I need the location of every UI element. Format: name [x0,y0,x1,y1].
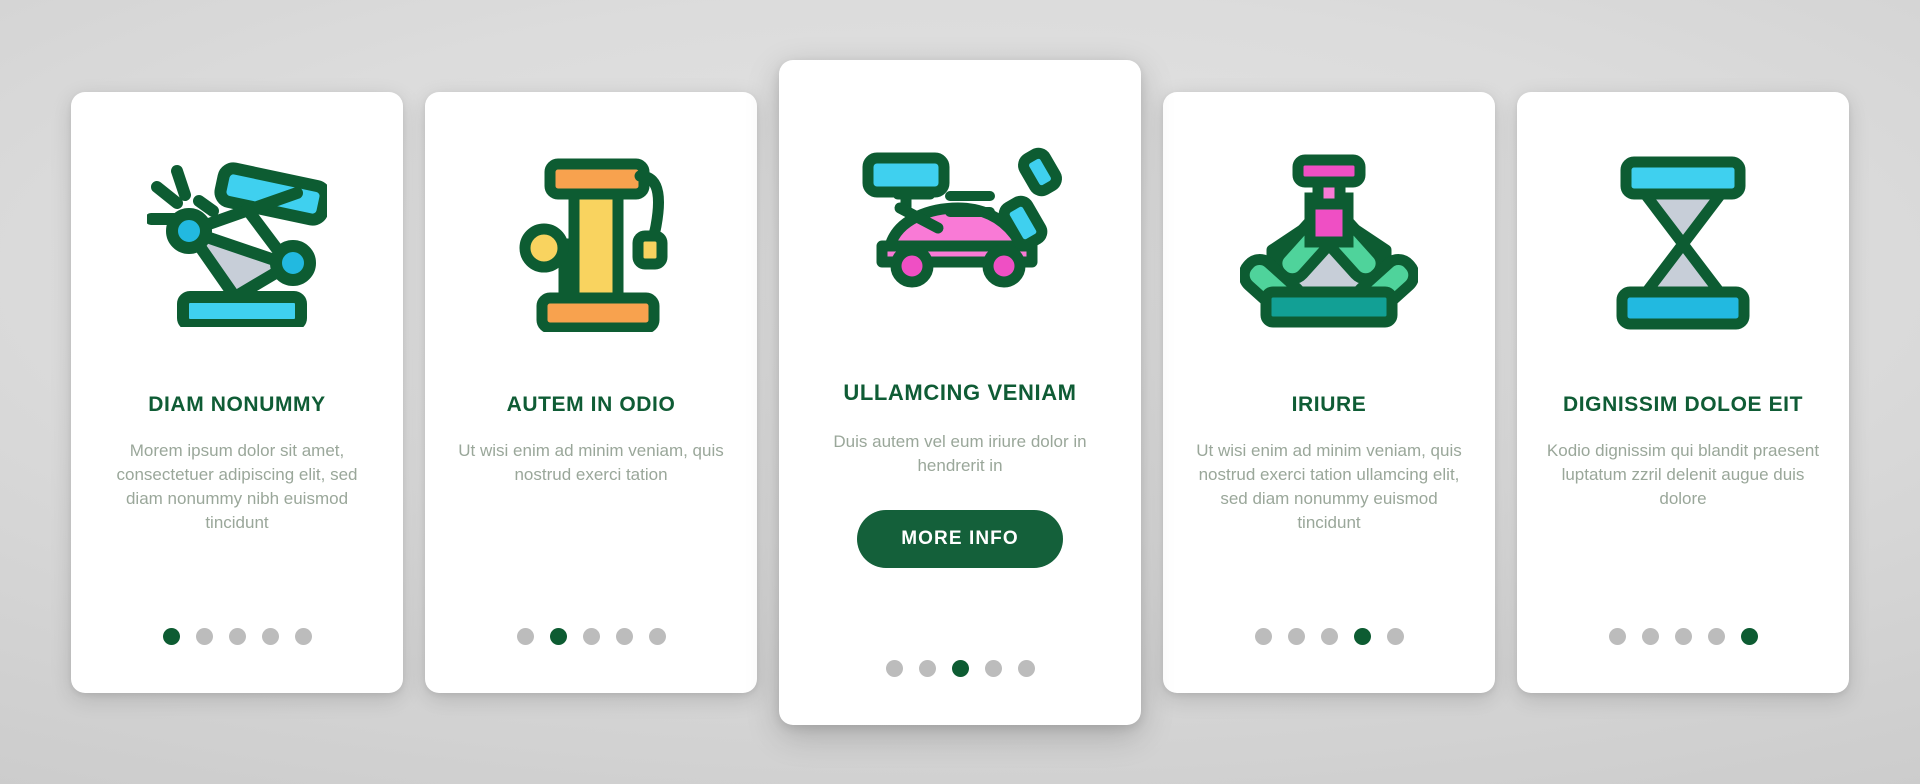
pagination-dot[interactable] [1641,627,1659,645]
pagination-dots-3[interactable] [779,659,1141,677]
onboarding-card-2[interactable]: AUTEM IN ODIO Ut wisi enim ad minim veni… [425,91,757,693]
card-body-3: Duis autem vel eum iriure dolor in hendr… [833,431,1087,476]
cards-row: DIAM NONUMMY Morem ipsum dolor sit amet,… [0,0,1920,784]
onboarding-card-5[interactable]: DIGNISSIM DOLOE EIT Kodio dignissim qui … [1517,91,1849,693]
card-title-4: IRIURE [1291,392,1367,416]
card-illustration-1 [71,92,403,392]
more-info-button[interactable]: MORE INFO [857,510,1063,569]
foot-air-pump-icon [506,152,676,332]
pagination-dot[interactable] [294,627,312,645]
pagination-dot[interactable] [1707,627,1725,645]
pagination-dot[interactable] [261,627,279,645]
pagination-dot[interactable] [984,659,1002,677]
card-title-2: AUTEM IN ODIO [506,392,676,416]
pagination-dot[interactable] [1386,627,1404,645]
car-jack-lift-icon [147,157,327,327]
pagination-dot[interactable] [648,627,666,645]
pagination-dots-4[interactable] [1163,627,1495,645]
card-title-1: DIAM NONUMMY [148,392,326,416]
car-on-jack-icon [854,142,1066,298]
card-illustration-3 [779,60,1141,380]
card-title-5: DIGNISSIM DOLOE EIT [1562,392,1804,416]
onboarding-card-4[interactable]: IRIURE Ut wisi enim ad minim veniam, qui… [1163,91,1495,693]
pagination-dot[interactable] [162,627,180,645]
pagination-dot[interactable] [1287,627,1305,645]
pagination-dot[interactable] [1608,627,1626,645]
card-body-5: Kodio dignissim qui blandit praesent lup… [1546,440,1820,508]
pagination-dot[interactable] [549,627,567,645]
pagination-dots-1[interactable] [71,627,403,645]
card-title-3: ULLAMCING VENIAM [843,379,1077,405]
pagination-dots-5[interactable] [1517,627,1849,645]
pagination-dot[interactable] [1674,627,1692,645]
pagination-dot[interactable] [1320,627,1338,645]
scissor-lift-icon [1608,152,1758,332]
card-body-2: Ut wisi enim ad minim veniam, quis nostr… [458,440,724,484]
pagination-dot[interactable] [582,627,600,645]
card-illustration-2 [425,92,757,392]
pagination-dot[interactable] [1017,659,1035,677]
pagination-dot[interactable] [516,627,534,645]
pagination-dot[interactable] [885,659,903,677]
card-illustration-4 [1163,92,1495,392]
pagination-dot[interactable] [1740,627,1758,645]
scissor-jack-screw-icon [1240,154,1418,330]
pagination-dot[interactable] [228,627,246,645]
onboarding-card-3-featured[interactable]: ULLAMCING VENIAM Duis autem vel eum iriu… [779,59,1141,725]
onboarding-card-1[interactable]: DIAM NONUMMY Morem ipsum dolor sit amet,… [71,91,403,693]
pagination-dot[interactable] [951,659,969,677]
pagination-dot[interactable] [195,627,213,645]
card-illustration-5 [1517,92,1849,392]
pagination-dots-2[interactable] [425,627,757,645]
onboarding-screens-stage: DIAM NONUMMY Morem ipsum dolor sit amet,… [0,0,1920,784]
pagination-dot[interactable] [615,627,633,645]
pagination-dot[interactable] [1353,627,1371,645]
pagination-dot[interactable] [1254,627,1272,645]
pagination-dot[interactable] [918,659,936,677]
card-body-4: Ut wisi enim ad minim veniam, quis nostr… [1196,440,1462,533]
card-body-1: Morem ipsum dolor sit amet, consectetuer… [116,440,358,533]
